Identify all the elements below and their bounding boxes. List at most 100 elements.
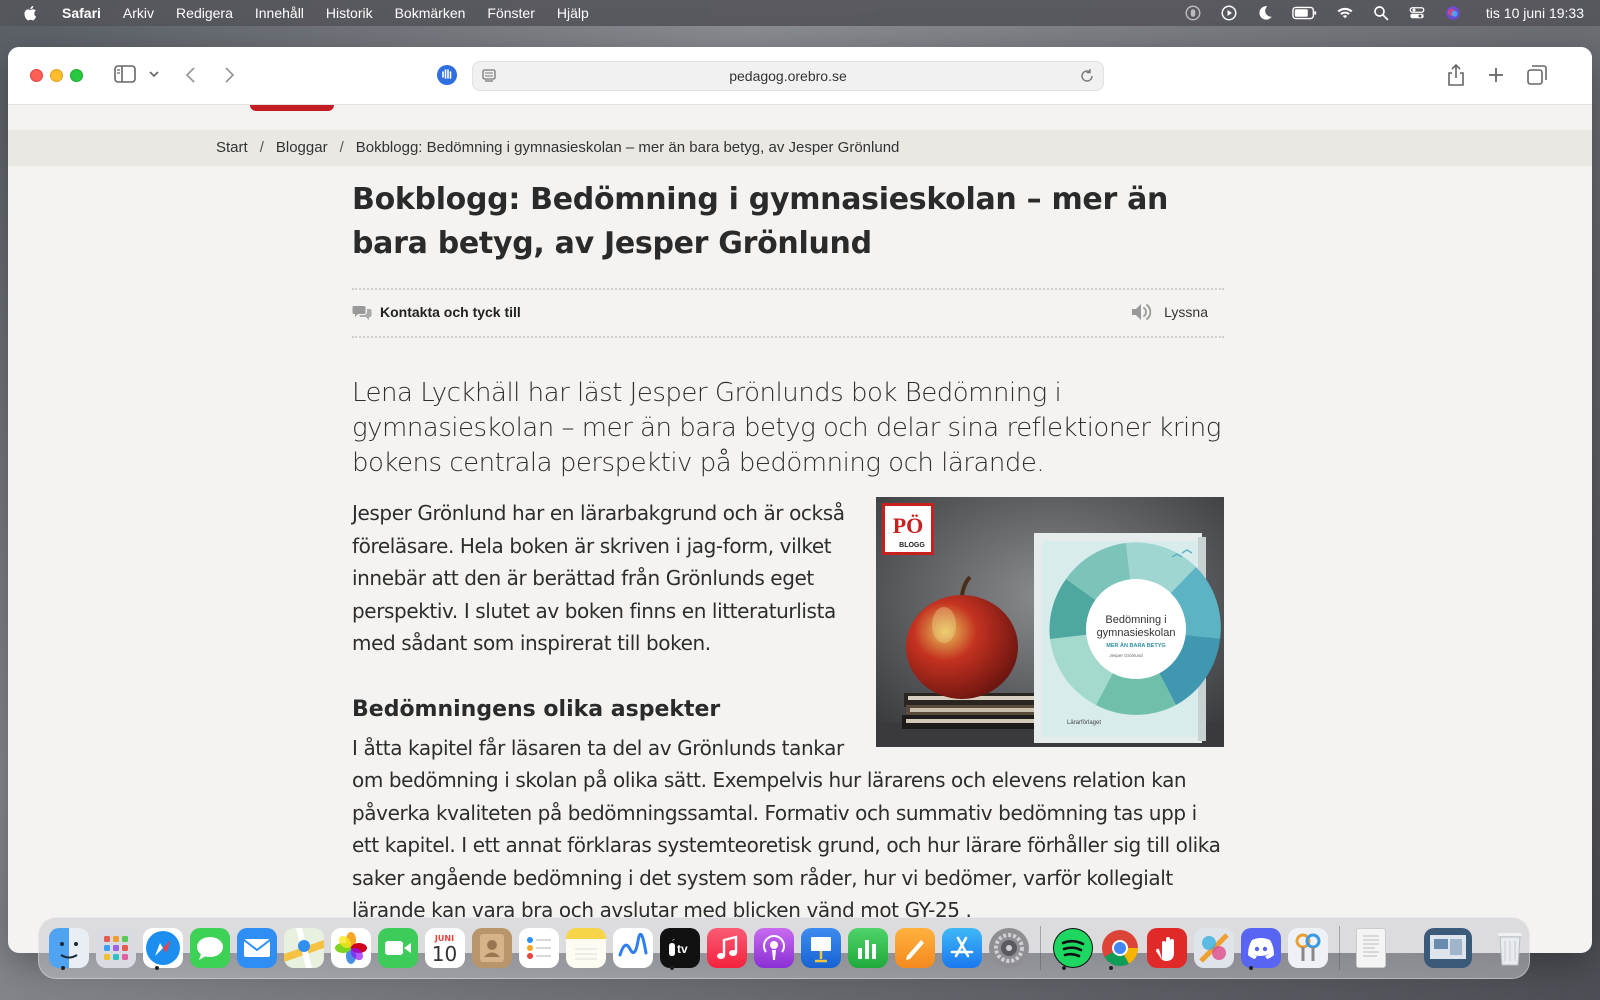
article: Bokblogg: Bedömning i gymnasieskolan – m…	[352, 166, 1224, 927]
chrome-icon[interactable]	[1100, 928, 1140, 968]
siri-icon[interactable]	[1444, 4, 1462, 22]
minimize-window-button[interactable]	[50, 69, 63, 82]
sidebar-icon[interactable]	[114, 65, 136, 83]
contact-label[interactable]: Kontakta och tyck till	[380, 304, 521, 320]
tv-icon[interactable]: tv	[659, 928, 700, 968]
running-indicator	[61, 966, 65, 970]
menu-historik[interactable]: Historik	[326, 5, 373, 21]
close-window-button[interactable]	[30, 69, 43, 82]
comments-icon	[352, 306, 372, 320]
book-subtitle: MER ÄN BARA BETYG	[1106, 642, 1165, 649]
address-bar[interactable]: pedagog.orebro.se	[472, 61, 1104, 91]
running-indicator	[1109, 966, 1113, 970]
messages-icon[interactable]	[189, 928, 230, 968]
blog-badge-bottom: BLOGG	[899, 542, 925, 549]
running-indicator	[1249, 966, 1253, 970]
article-image: Bedömning i gymnasieskolan MER ÄN BARA B…	[876, 497, 1224, 747]
breadcrumb-separator: /	[339, 139, 344, 156]
menu-fonster[interactable]: Fönster	[487, 5, 534, 21]
chevron-down-icon[interactable]	[148, 69, 160, 79]
contact-link[interactable]: Kontakta och tyck till	[352, 304, 521, 320]
back-icon[interactable]	[184, 65, 198, 85]
keychain-icon[interactable]	[1287, 928, 1328, 968]
menu-bokmarken[interactable]: Bokmärken	[395, 5, 466, 21]
notes-icon[interactable]	[565, 928, 606, 968]
menu-app-name[interactable]: Safari	[62, 5, 101, 21]
web-page: Start / Bloggar / Bokblogg: Bedömning i …	[8, 106, 1592, 953]
mail-icon[interactable]	[236, 928, 277, 968]
battery-icon[interactable]	[1292, 4, 1318, 22]
control-center-icon[interactable]	[1408, 4, 1426, 22]
colorsync-icon[interactable]	[1193, 928, 1234, 968]
menu-redigera[interactable]: Redigera	[176, 5, 233, 21]
document-icon[interactable]	[1356, 928, 1386, 968]
spotify-icon[interactable]	[1052, 928, 1093, 968]
safari-window: pedagog.orebro.se Start / Bloggar / Bokb…	[8, 47, 1592, 953]
book-publisher: Lärarförlaget	[1067, 720, 1101, 726]
share-icon[interactable]	[1446, 63, 1466, 87]
safari-icon[interactable]	[142, 928, 183, 968]
browser-toolbar: pedagog.orebro.se	[8, 47, 1592, 105]
article-tools: Kontakta och tyck till Lyssna	[352, 288, 1224, 338]
zoom-window-button[interactable]	[70, 69, 83, 82]
freeform-icon[interactable]	[612, 928, 653, 968]
maps-icon[interactable]	[283, 928, 324, 968]
breadcrumb: Start / Bloggar / Bokblogg: Bedömning i …	[216, 139, 899, 156]
blog-badge-top: PÖ	[893, 513, 924, 538]
breadcrumb-bar: Start / Bloggar / Bokblogg: Bedömning i …	[8, 130, 1592, 166]
adblock-icon[interactable]	[1146, 928, 1187, 968]
running-indicator	[155, 966, 159, 970]
downloads-icon[interactable]	[1424, 928, 1472, 968]
forward-icon[interactable]	[222, 65, 236, 85]
breadcrumb-start[interactable]: Start	[216, 139, 248, 156]
keynote-icon[interactable]	[800, 928, 841, 968]
music-icon[interactable]	[706, 928, 747, 968]
play-icon[interactable]	[1220, 4, 1238, 22]
contacts-icon[interactable]	[471, 928, 512, 968]
podcasts-icon[interactable]	[753, 928, 794, 968]
listen-label[interactable]: Lyssna	[1164, 304, 1208, 320]
clock[interactable]: tis 10 juni 19:33	[1486, 5, 1584, 21]
breadcrumb-separator: /	[259, 139, 264, 156]
moon-icon[interactable]	[1256, 4, 1274, 22]
dock-divider	[1339, 926, 1340, 970]
privacy-icon[interactable]	[1184, 4, 1202, 22]
svg-text:tv: tv	[677, 942, 688, 956]
book-author: Jesper Grönlund	[1109, 653, 1143, 658]
menu-arkiv[interactable]: Arkiv	[123, 5, 154, 21]
photos-icon[interactable]	[330, 928, 371, 968]
facetime-icon[interactable]	[377, 928, 418, 968]
settings-icon[interactable]	[988, 928, 1029, 968]
breadcrumb-bloggar[interactable]: Bloggar	[276, 139, 328, 156]
trash-icon[interactable]	[1490, 928, 1530, 968]
wifi-icon[interactable]	[1336, 4, 1354, 22]
book-title-line2: gymnasieskolan	[1097, 627, 1176, 639]
calendar-icon[interactable]: JUNI 10	[424, 928, 465, 968]
pages-icon[interactable]	[894, 928, 935, 968]
app-store-icon[interactable]	[941, 928, 982, 968]
menu-hjalp[interactable]: Hjälp	[557, 5, 589, 21]
url-text[interactable]: pedagog.orebro.se	[473, 68, 1103, 84]
finder-icon[interactable]	[48, 928, 89, 968]
privacy-shield-icon[interactable]	[436, 63, 458, 87]
launchpad-icon[interactable]	[95, 928, 136, 968]
article-body: Bedömning i gymnasieskolan MER ÄN BARA B…	[352, 497, 1224, 927]
tab-overview-icon[interactable]	[1526, 64, 1548, 86]
running-indicator	[670, 966, 674, 970]
spotlight-icon[interactable]	[1372, 4, 1390, 22]
listen-button[interactable]: Lyssna	[1130, 302, 1208, 322]
new-tab-icon[interactable]	[1486, 65, 1506, 85]
article-paragraph-2: I åtta kapitel får läsaren ta del av Grö…	[352, 735, 1221, 923]
calendar-day: 10	[431, 941, 458, 966]
article-ingress: Lena Lyckhäll har läst Jesper Grönlunds …	[352, 378, 1221, 478]
reload-icon[interactable]	[1079, 68, 1095, 84]
discord-icon[interactable]	[1240, 928, 1281, 968]
numbers-icon[interactable]	[847, 928, 888, 968]
menu-innehall[interactable]: Innehåll	[255, 5, 304, 21]
running-indicator	[1062, 966, 1066, 970]
dock-divider	[1040, 926, 1041, 970]
apple-menu-icon[interactable]	[22, 4, 40, 22]
page-title: Bokblogg: Bedömning i gymnasieskolan – m…	[352, 182, 1169, 261]
reminders-icon[interactable]	[518, 928, 559, 968]
speaker-icon	[1132, 304, 1152, 320]
